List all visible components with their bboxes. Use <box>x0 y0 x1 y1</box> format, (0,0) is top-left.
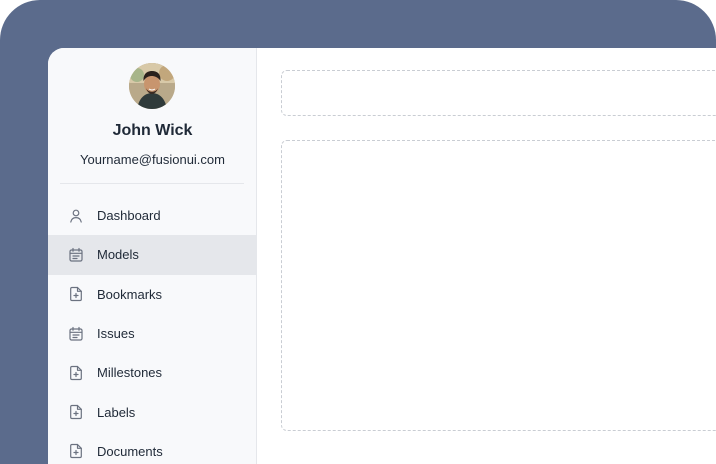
profile-name: John Wick <box>112 122 193 139</box>
sidebar-item-label: Millestones <box>97 365 163 381</box>
sidebar: John Wick Yourname@fusionui.com Dashboar… <box>48 48 257 464</box>
user-icon <box>68 208 84 224</box>
sidebar-item-labels[interactable]: Labels <box>48 392 257 431</box>
file-plus-icon <box>68 404 84 420</box>
sidebar-divider <box>60 183 244 184</box>
calendar-list-icon <box>68 326 84 342</box>
sidebar-item-label: Issues <box>97 326 135 342</box>
header-placeholder <box>281 70 716 116</box>
sidebar-item-millestones[interactable]: Millestones <box>48 353 257 392</box>
file-plus-icon <box>68 365 84 381</box>
profile-email: Yourname@fusionui.com <box>80 152 225 167</box>
sidebar-item-label: Labels <box>97 404 136 420</box>
content-placeholder <box>281 140 716 431</box>
device-frame: John Wick Yourname@fusionui.com Dashboar… <box>0 0 716 464</box>
file-plus-icon <box>68 443 84 459</box>
main-content <box>257 48 716 464</box>
sidebar-item-label: Documents <box>97 443 163 459</box>
avatar-image <box>129 63 175 109</box>
sidebar-item-bookmarks[interactable]: Bookmarks <box>48 275 257 314</box>
app-window: John Wick Yourname@fusionui.com Dashboar… <box>48 48 716 464</box>
file-plus-icon <box>68 286 84 302</box>
avatar[interactable] <box>129 63 175 109</box>
sidebar-nav: Dashboard Models Bookmarks Issues Milles… <box>48 196 257 464</box>
sidebar-item-label: Dashboard <box>97 208 161 224</box>
sidebar-item-documents[interactable]: Documents <box>48 432 257 464</box>
sidebar-item-issues[interactable]: Issues <box>48 314 257 353</box>
sidebar-item-label: Models <box>97 247 139 263</box>
sidebar-item-models[interactable]: Models <box>48 235 257 275</box>
calendar-list-icon <box>68 247 84 263</box>
sidebar-item-label: Bookmarks <box>97 286 163 302</box>
sidebar-item-dashboard[interactable]: Dashboard <box>48 196 257 235</box>
